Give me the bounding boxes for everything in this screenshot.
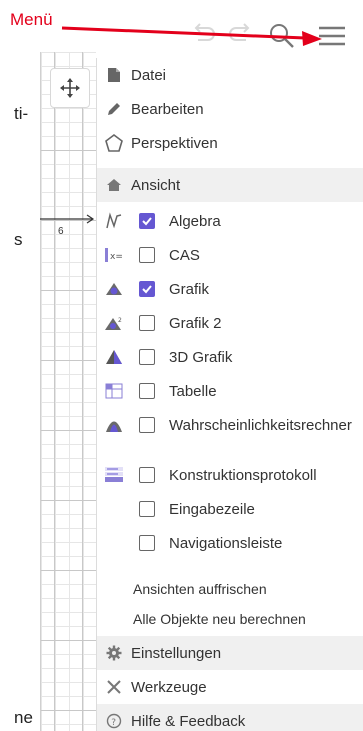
view-toggle-algebra[interactable]: Algebra <box>97 204 363 238</box>
svg-text:2: 2 <box>118 317 122 324</box>
checkbox[interactable] <box>139 281 155 297</box>
checkbox[interactable] <box>139 247 155 263</box>
menu-item-label: Bearbeiten <box>131 100 204 118</box>
view-label: Eingabezeile <box>169 500 255 518</box>
menu-item-label: Hilfe & Feedback <box>131 712 246 730</box>
checkbox[interactable] <box>139 383 155 399</box>
file-icon <box>97 67 131 83</box>
menu-item-label: Perspektiven <box>131 134 218 152</box>
view-toggle-tabelle[interactable]: Tabelle <box>97 374 363 408</box>
menu-item-label: Einstellungen <box>131 644 222 662</box>
graphics2-view-icon: 2 <box>97 315 131 331</box>
view-label: Grafik 2 <box>169 314 222 332</box>
tools-icon <box>97 679 131 695</box>
checkbox[interactable] <box>139 315 155 331</box>
svg-text:x=: x= <box>110 252 123 262</box>
gear-icon <box>97 645 131 661</box>
doc-text-fragment: ti- <box>14 104 29 123</box>
spreadsheet-view-icon <box>97 383 131 399</box>
checkbox[interactable] <box>139 467 155 483</box>
graphics-view-icon <box>97 281 131 297</box>
graphics3d-view-icon <box>97 349 131 365</box>
view-label: Tabelle <box>169 382 217 400</box>
axis-label: 6 <box>58 226 64 237</box>
menu-item-hilfe[interactable]: ? Hilfe & Feedback <box>97 704 363 731</box>
view-label: Konstruktionsprotokoll <box>169 466 317 484</box>
construction-protocol-icon <box>97 466 131 484</box>
move-graphics-view-button[interactable] <box>50 68 90 108</box>
menu-item-einstellungen[interactable]: Einstellungen <box>97 636 363 670</box>
view-toggle-grafik-2[interactable]: 2 Grafik 2 <box>97 306 363 340</box>
menu-item-werkzeuge[interactable]: Werkzeuge <box>97 670 363 704</box>
pencil-icon <box>97 101 131 117</box>
menu-item-bearbeiten[interactable]: Bearbeiten <box>97 92 363 126</box>
view-label: Navigationsleiste <box>169 534 283 552</box>
recompute-objects-button[interactable]: Alle Objekte neu berechnen <box>133 604 306 634</box>
graphics-view[interactable] <box>40 52 96 731</box>
svg-text:?: ? <box>111 718 116 728</box>
help-icon: ? <box>97 713 131 729</box>
probability-view-icon <box>97 417 131 433</box>
checkbox[interactable] <box>139 501 155 517</box>
perspectives-icon <box>97 134 131 152</box>
view-toggle-wahrscheinlichkeitsrechner[interactable]: Wahrscheinlichkeitsrechner <box>97 408 363 442</box>
menu-item-label: Werkzeuge <box>131 678 207 696</box>
checkbox[interactable] <box>139 417 155 433</box>
move-icon <box>60 78 80 98</box>
doc-text-fragment: ne <box>14 708 33 727</box>
refresh-views-button[interactable]: Ansichten auffrischen <box>133 574 267 604</box>
view-toggle-navigationsleiste[interactable]: Navigationsleiste <box>97 526 363 560</box>
view-label: 3D Grafik <box>169 348 233 366</box>
view-label: Algebra <box>169 212 221 230</box>
main-menu-panel: Datei Bearbeiten Perspektiven Ansicht Al… <box>96 58 363 731</box>
checkbox[interactable] <box>139 213 155 229</box>
menu-item-label: Ansicht <box>131 176 181 194</box>
view-toggle-grafik[interactable]: Grafik <box>97 272 363 306</box>
view-label: CAS <box>169 246 200 264</box>
checkbox[interactable] <box>139 349 155 365</box>
algebra-view-icon <box>97 212 131 230</box>
checkbox[interactable] <box>139 535 155 551</box>
view-label: Wahrscheinlichkeitsrechner <box>169 416 352 434</box>
menu-item-ansicht[interactable]: Ansicht <box>97 168 363 202</box>
view-toggle-eingabezeile[interactable]: Eingabezeile <box>97 492 363 526</box>
view-toggle-cas[interactable]: x= CAS <box>97 238 363 272</box>
menu-item-perspektiven[interactable]: Perspektiven <box>97 126 363 160</box>
annotation-arrow <box>61 26 322 46</box>
menu-item-datei[interactable]: Datei <box>97 58 363 92</box>
view-toggle-3d-grafik[interactable]: 3D Grafik <box>97 340 363 374</box>
doc-text-fragment: s <box>14 230 23 249</box>
cas-view-icon: x= <box>97 247 131 263</box>
menu-item-label: Datei <box>131 66 167 84</box>
home-icon <box>97 178 131 192</box>
arrow-icon <box>40 214 95 224</box>
view-toggle-konstruktionsprotokoll[interactable]: Konstruktionsprotokoll <box>97 458 363 492</box>
view-label: Grafik <box>169 280 210 298</box>
